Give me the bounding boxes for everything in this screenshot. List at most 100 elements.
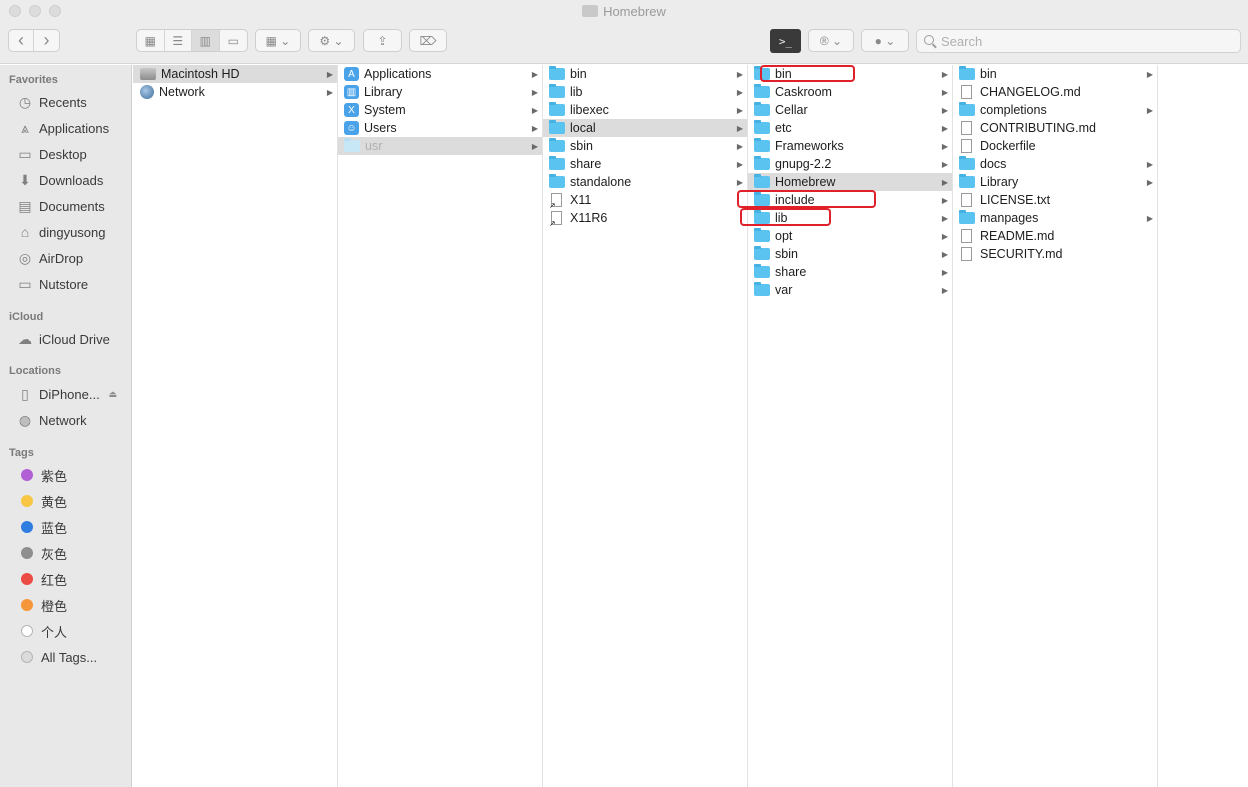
list-item[interactable]: sbin ▶: [748, 245, 952, 263]
item-name: etc: [775, 121, 792, 135]
list-item-network[interactable]: Network ▶: [133, 83, 337, 101]
disclosure-arrow-icon: ▶: [736, 141, 743, 151]
sidebar-tag-item[interactable]: All Tags...: [17, 646, 129, 668]
extension-button[interactable]: ● ⌄: [861, 29, 909, 52]
terminal-button[interactable]: >_: [770, 29, 801, 53]
forward-button[interactable]: ›: [34, 30, 59, 51]
list-item[interactable]: var ▶: [748, 281, 952, 299]
list-item-system[interactable]: X System ▶: [338, 101, 542, 119]
home-icon: ⌂: [20, 224, 30, 240]
list-item[interactable]: local ▶: [543, 119, 747, 137]
gear-icon: ⚙: [319, 33, 331, 48]
list-item[interactable]: share ▶: [748, 263, 952, 281]
folder-icon: [549, 84, 565, 98]
sidebar-tag-item[interactable]: 个人: [17, 620, 129, 642]
list-item[interactable]: lib ▶: [543, 83, 747, 101]
list-item[interactable]: completions ▶: [953, 101, 1157, 119]
disclosure-arrow-icon: ▶: [531, 141, 538, 151]
list-item[interactable]: Cellar ▶: [748, 101, 952, 119]
list-item[interactable]: docs ▶: [953, 155, 1157, 173]
share-button[interactable]: ⇪: [363, 29, 402, 52]
search-field[interactable]: Search: [916, 29, 1241, 53]
applications-icon: ⩓: [21, 119, 29, 136]
grid-icon: ▦: [144, 33, 156, 48]
list-item[interactable]: standalone ▶: [543, 173, 747, 191]
list-item[interactable]: CHANGELOG.md: [953, 83, 1157, 101]
item-name: X11: [570, 193, 592, 207]
item-name: lib: [570, 85, 583, 99]
list-item[interactable]: manpages ▶: [953, 209, 1157, 227]
sidebar-item-iphone[interactable]: ▯ DiPhone... ⏏: [17, 383, 129, 405]
sidebar-tag-item[interactable]: 紫色: [17, 464, 129, 486]
list-item[interactable]: X11: [543, 191, 747, 210]
sidebar-item-home[interactable]: ⌂ dingyusong: [17, 221, 129, 243]
list-item[interactable]: Caskroom ▶: [748, 83, 952, 101]
item-name: Cellar: [775, 103, 808, 117]
desktop-icon: ▭: [18, 145, 32, 162]
item-name: sbin: [775, 247, 798, 261]
gallery-view-button[interactable]: ▭: [220, 30, 247, 51]
sidebar-item-documents[interactable]: ▤ Documents: [17, 195, 129, 217]
sidebar-tag-item[interactable]: 橙色: [17, 594, 129, 616]
list-item[interactable]: opt ▶: [748, 227, 952, 245]
list-item[interactable]: README.md: [953, 227, 1157, 245]
list-item[interactable]: CONTRIBUTING.md: [953, 119, 1157, 137]
locations-header: Locations: [9, 365, 61, 377]
icon-view-button[interactable]: ▦: [137, 30, 165, 51]
sidebar-item-icloud-drive[interactable]: ☁ iCloud Drive: [17, 328, 129, 350]
list-item[interactable]: share ▶: [543, 155, 747, 173]
sidebar-tag-item[interactable]: 红色: [17, 568, 129, 590]
list-view-button[interactable]: ☰: [165, 30, 192, 51]
sidebar-tag-item[interactable]: 黄色: [17, 490, 129, 512]
search-placeholder: Search: [941, 34, 983, 49]
list-item[interactable]: X11R6: [543, 209, 747, 228]
action-button[interactable]: ⚙ ⌄: [308, 29, 355, 52]
list-item[interactable]: sbin ▶: [543, 137, 747, 155]
sidebar-item-airdrop[interactable]: ◎ AirDrop: [17, 247, 129, 269]
column-view-button[interactable]: ▥: [192, 30, 220, 51]
list-item[interactable]: bin ▶: [543, 65, 747, 83]
sidebar-item-downloads[interactable]: ⬇ Downloads: [17, 169, 129, 191]
sidebar-item-applications[interactable]: ⩓ Applications: [17, 117, 129, 139]
list-item[interactable]: libexec ▶: [543, 101, 747, 119]
list-item-usr[interactable]: usr ▶: [338, 137, 542, 155]
eject-icon[interactable]: ⏏: [108, 389, 117, 400]
item-name: bin: [980, 67, 997, 81]
disclosure-arrow-icon: ▶: [531, 105, 538, 115]
disclosure-arrow-icon: ▶: [531, 69, 538, 79]
registered-button[interactable]: ® ⌄: [808, 29, 854, 52]
list-item[interactable]: LICENSE.txt: [953, 191, 1157, 209]
sidebar-item-nutstore[interactable]: ▭ Nutstore: [17, 273, 129, 295]
tag-button[interactable]: ⌦: [409, 29, 447, 52]
back-button[interactable]: ‹: [9, 30, 35, 51]
list-item[interactable]: Dockerfile: [953, 137, 1157, 155]
list-item[interactable]: Frameworks ▶: [748, 137, 952, 155]
hard-drive-icon: [140, 68, 156, 80]
list-item-library[interactable]: ▥ Library ▶: [338, 83, 542, 101]
list-item-macintosh-hd[interactable]: Macintosh HD ▶: [133, 65, 337, 83]
sidebar-tag-item[interactable]: 蓝色: [17, 516, 129, 538]
list-item[interactable]: Library ▶: [953, 173, 1157, 191]
sidebar-tag-item[interactable]: 灰色: [17, 542, 129, 564]
window-title: Homebrew: [0, 4, 1248, 19]
folder-icon: [959, 210, 975, 224]
sidebar-item-network[interactable]: ◍ Network: [17, 409, 129, 431]
alias-file-icon: [549, 211, 562, 228]
folder-icon: [959, 156, 975, 170]
list-item[interactable]: SECURITY.md: [953, 245, 1157, 263]
list-item-applications[interactable]: A Applications ▶: [338, 65, 542, 83]
tags-header: Tags: [9, 447, 34, 459]
list-item-users[interactable]: ☺ Users ▶: [338, 119, 542, 137]
sidebar-item-recents[interactable]: ◷ Recents: [17, 91, 129, 113]
group-button[interactable]: ▦ ⌄: [255, 29, 301, 52]
disclosure-arrow-icon: ▶: [941, 267, 948, 277]
list-item[interactable]: etc ▶: [748, 119, 952, 137]
list-item[interactable]: gnupg-2.2 ▶: [748, 155, 952, 173]
cloud-icon: ☁: [18, 330, 32, 347]
item-name: sbin: [570, 139, 593, 153]
list-item[interactable]: bin ▶: [953, 65, 1157, 83]
list-item[interactable]: Homebrew ▶: [748, 173, 952, 191]
folder-icon: [549, 174, 565, 188]
sidebar-item-desktop[interactable]: ▭ Desktop: [17, 143, 129, 165]
disclosure-arrow-icon: ▶: [941, 249, 948, 259]
